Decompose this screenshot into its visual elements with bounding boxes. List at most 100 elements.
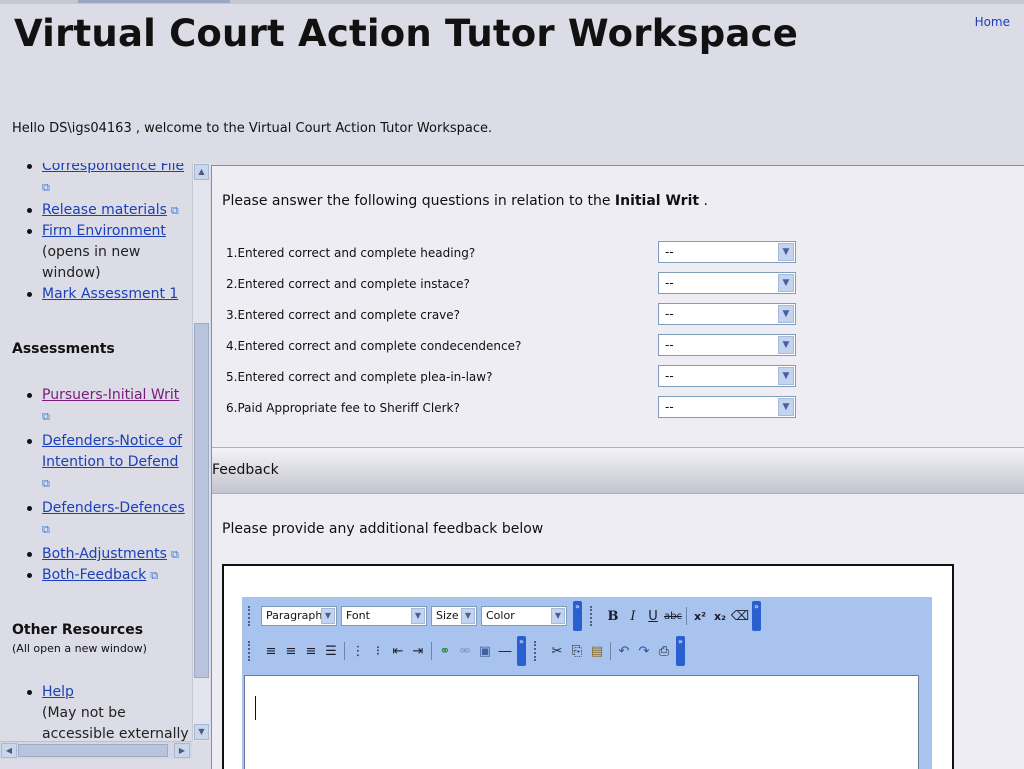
font-select[interactable]: Font ▼ [341,606,427,626]
cut-icon[interactable]: ✂ [547,640,567,662]
paste-icon[interactable]: ▤ [587,640,607,662]
question-list: 1.Entered correct and complete heading? … [226,241,826,431]
toolbar-row-1: Paragraph ▼ Font ▼ Size ▼ Color ▼ » B I U ab… [242,599,763,633]
scrollbar-thumb[interactable] [18,744,168,757]
toolbar-overflow-button[interactable]: » [752,601,761,631]
firm-environment-link[interactable]: Firm Environment [42,223,166,239]
size-select[interactable]: Size ▼ [431,606,477,626]
italic-button[interactable]: I [623,605,643,627]
arrow-up-icon[interactable]: ▲ [194,164,209,180]
toolbar-grip-icon[interactable] [590,606,597,626]
superscript-button[interactable]: x² [690,605,710,627]
unlink-icon[interactable]: ⚮ [455,640,475,662]
main-panel: Please answer the following questions in… [211,165,1024,769]
answer-select[interactable]: -- ▼ [658,272,796,294]
chevron-down-icon[interactable]: ▼ [551,608,565,624]
arrow-right-icon[interactable]: ▶ [174,743,190,758]
answer-select-value: -- [665,338,674,352]
format-select-value: Paragraph [266,609,323,622]
sidebar-item-firm: Firm Environment (opens in new window) [27,221,192,284]
new-window-icon[interactable]: ⧉ [171,200,179,221]
question-row: 6.Paid Appropriate fee to Sheriff Clerk?… [226,396,826,431]
help-link[interactable]: Help [42,684,74,700]
format-select[interactable]: Paragraph ▼ [261,606,337,626]
answer-select[interactable]: -- ▼ [658,241,796,263]
outdent-icon[interactable]: ⇤ [388,640,408,662]
answer-select-value: -- [665,245,674,259]
answer-select[interactable]: -- ▼ [658,396,796,418]
chevron-down-icon[interactable]: ▼ [778,274,794,292]
insert-link-icon[interactable]: ⚭ [435,640,455,662]
new-window-icon[interactable]: ⧉ [171,544,179,565]
chevron-down-icon[interactable]: ▼ [461,608,475,624]
chevron-down-icon[interactable]: ▼ [778,243,794,261]
home-link[interactable]: Home [975,15,1010,29]
new-window-icon[interactable]: ⧉ [42,519,50,540]
unordered-list-icon[interactable]: ⁝ [368,640,388,662]
arrow-left-icon[interactable]: ◀ [1,743,17,758]
align-right-icon[interactable]: ≡ [301,640,321,662]
arrow-down-icon[interactable]: ▼ [194,724,209,740]
toolbar-overflow-button[interactable]: » [676,636,685,666]
undo-icon[interactable]: ↶ [614,640,634,662]
chevron-down-icon[interactable]: ▼ [778,398,794,416]
print-icon[interactable]: ⎙ [654,640,674,662]
new-window-icon[interactable]: ⧉ [42,406,50,427]
answer-select-value: -- [665,307,674,321]
notice-of-intention-link[interactable]: Defenders-Notice of Intention to Defend [42,433,182,470]
sidebar-item-correspondence: Correspondence File ⧉ [27,163,192,198]
sidebar-vertical-scrollbar[interactable]: ▲ ▼ [192,163,210,741]
copy-icon[interactable]: ⎘ [567,640,587,662]
page-title: Virtual Court Action Tutor Workspace [14,12,799,55]
answer-select[interactable]: -- ▼ [658,334,796,356]
question-label: 1.Entered correct and complete heading? [226,246,476,260]
chevron-down-icon[interactable]: ▼ [778,336,794,354]
toolbar-grip-icon[interactable] [534,641,541,661]
eraser-icon[interactable]: ⌫ [730,605,750,627]
pursuers-initial-writ-link[interactable]: Pursuers-Initial Writ [42,387,179,403]
welcome-message: Hello DS\igs04163 , welcome to the Virtu… [12,121,493,136]
bold-button[interactable]: B [603,605,623,627]
ordered-list-icon[interactable]: ⋮ [348,640,368,662]
toolbar-overflow-button[interactable]: » [517,636,526,666]
answer-select-value: -- [665,400,674,414]
chevron-down-icon[interactable]: ▼ [778,305,794,323]
horizontal-rule-icon[interactable]: ― [495,640,515,662]
chevron-down-icon[interactable]: ▼ [411,608,425,624]
correspondence-file-link[interactable]: Correspondence File [42,163,184,174]
align-justify-icon[interactable]: ☰ [321,640,341,662]
both-adjustments-link[interactable]: Both-Adjustments [42,546,167,562]
rich-text-editor: Paragraph ▼ Font ▼ Size ▼ Color ▼ » B I U ab… [222,564,954,769]
align-center-icon[interactable]: ≡ [281,640,301,662]
sidebar-horizontal-scrollbar[interactable]: ◀ ▶ [0,741,192,759]
redo-icon[interactable]: ↷ [634,640,654,662]
firm-environment-note: (opens in new window) [42,244,141,281]
answer-select[interactable]: -- ▼ [658,303,796,325]
release-materials-link[interactable]: Release materials [42,202,167,218]
toolbar-grip-icon[interactable] [248,606,255,626]
feedback-section-header: Feedback [212,447,1024,494]
chevron-down-icon[interactable]: ▼ [321,608,335,624]
editor-text-area[interactable] [244,675,919,769]
question-label: 4.Entered correct and complete condecend… [226,339,522,353]
strikethrough-button[interactable]: abc [663,605,683,627]
scrollbar-thumb[interactable] [194,323,209,678]
both-feedback-link[interactable]: Both-Feedback [42,567,146,583]
color-select[interactable]: Color ▼ [481,606,567,626]
indent-icon[interactable]: ⇥ [408,640,428,662]
sidebar-item-help: Help (May not be accessible externally [27,682,192,741]
subscript-button[interactable]: x₂ [710,605,730,627]
intro-text: Please answer the following questions in… [222,193,611,209]
toolbar-grip-icon[interactable] [248,641,255,661]
defenders-defences-link[interactable]: Defenders-Defences [42,500,185,516]
align-left-icon[interactable]: ≡ [261,640,281,662]
answer-select[interactable]: -- ▼ [658,365,796,387]
new-window-icon[interactable]: ⧉ [42,473,50,494]
new-window-icon[interactable]: ⧉ [150,565,158,586]
chevron-down-icon[interactable]: ▼ [778,367,794,385]
toolbar-overflow-button[interactable]: » [573,601,582,631]
underline-button[interactable]: U [643,605,663,627]
insert-image-icon[interactable]: ▣ [475,640,495,662]
new-window-icon[interactable]: ⧉ [42,177,50,198]
mark-assessment-link[interactable]: Mark Assessment 1 [42,286,178,302]
